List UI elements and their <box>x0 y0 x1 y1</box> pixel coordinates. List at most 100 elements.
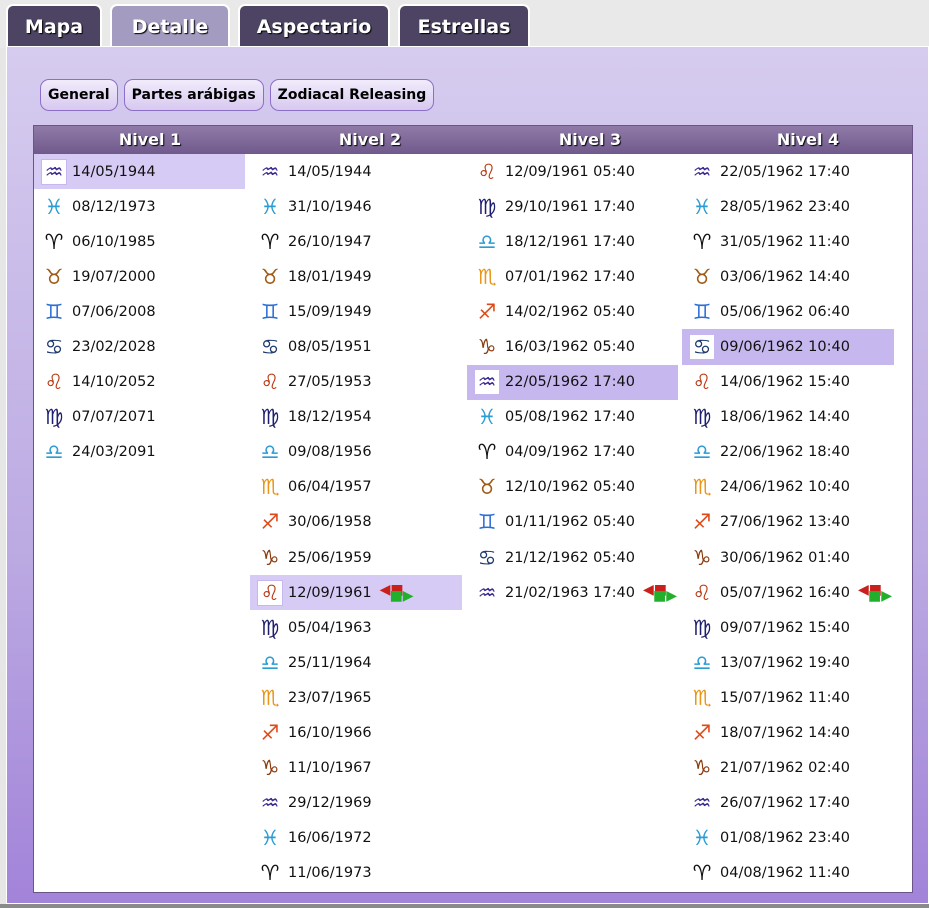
list-item[interactable]: ♍ 07/07/2071 <box>34 400 245 435</box>
subtab-zodiacal-releasing[interactable]: Zodiacal Releasing <box>269 79 435 111</box>
aries-icon: ♈ <box>260 861 280 886</box>
list-item[interactable]: ♓ 05/08/1962 17:40 <box>467 400 678 435</box>
virgo-icon: ♍ <box>260 405 280 430</box>
aquarius-icon: ♒ <box>474 369 500 396</box>
capricorn-icon: ♑ <box>260 756 280 781</box>
list-item[interactable]: ♓ 08/12/1973 <box>34 189 245 224</box>
subtab-partes-arabigas[interactable]: Partes arábigas <box>123 79 264 111</box>
scorpio-icon: ♏ <box>692 475 712 500</box>
list-item[interactable]: ♎ 18/12/1961 17:40 <box>467 224 678 259</box>
list-item[interactable]: ♐ 16/10/1966 <box>250 716 462 751</box>
list-item[interactable]: ♈ 06/10/1985 <box>34 224 245 259</box>
list-item[interactable]: ♒ 14/05/1944 <box>34 154 245 190</box>
list-item[interactable]: ♉ 18/01/1949 <box>250 259 462 294</box>
list-item[interactable]: ♌ 12/09/1961 ◀■ ■▶ <box>250 575 462 611</box>
list-item[interactable]: ♐ 30/06/1958 <box>250 505 462 540</box>
period-date: 26/07/1962 17:40 <box>720 795 850 812</box>
bottom-strip <box>0 904 929 908</box>
period-date: 04/08/1962 11:40 <box>720 865 850 882</box>
list-item[interactable]: ♌ 14/06/1962 15:40 <box>682 365 894 400</box>
list-item[interactable]: ♓ 28/05/1962 23:40 <box>682 189 894 224</box>
column-header-nivel-4: Nivel 4 <box>776 130 840 149</box>
level-2-list: ♒ 14/05/1944 ♓ 31/10/1946 ♈ 26/10/1947 ♉ 18/01/… <box>250 154 462 891</box>
period-date: 24/06/1962 10:40 <box>720 479 850 496</box>
list-item[interactable]: ♍ 18/12/1954 <box>250 400 462 435</box>
aquarius-icon: ♒ <box>260 791 280 816</box>
sagittarius-icon: ♐ <box>477 299 497 324</box>
list-item[interactable]: ♊ 07/06/2008 <box>34 294 245 329</box>
list-item[interactable]: ♓ 01/08/1962 23:40 <box>682 821 894 856</box>
virgo-icon: ♍ <box>692 405 712 430</box>
tab-aspectario[interactable]: Aspectario <box>238 4 390 48</box>
list-item[interactable]: ♊ 01/11/1962 05:40 <box>467 505 678 540</box>
list-item[interactable]: ♋ 09/06/1962 10:40 <box>682 329 894 365</box>
list-item[interactable]: ♑ 16/03/1962 05:40 <box>467 329 678 364</box>
list-item[interactable]: ♏ 24/06/1962 10:40 <box>682 470 894 505</box>
list-item[interactable]: ♑ 21/07/1962 02:40 <box>682 751 894 786</box>
list-item[interactable]: ♑ 30/06/1962 01:40 <box>682 540 894 575</box>
list-item[interactable]: ♎ 13/07/1962 19:40 <box>682 645 894 680</box>
list-item[interactable]: ♍ 29/10/1961 17:40 <box>467 189 678 224</box>
list-item[interactable]: ♐ 14/02/1962 05:40 <box>467 294 678 329</box>
list-item[interactable]: ♍ 05/04/1963 <box>250 610 462 645</box>
list-item[interactable]: ♒ 22/05/1962 17:40 <box>682 154 894 189</box>
tab-detalle[interactable]: Detalle <box>110 4 230 48</box>
list-item[interactable]: ♒ 22/05/1962 17:40 <box>467 364 678 400</box>
list-item[interactable]: ♓ 16/06/1972 <box>250 821 462 856</box>
list-item[interactable]: ♌ 05/07/1962 16:40 ◀■ ■▶ <box>682 575 894 610</box>
list-item[interactable]: ♒ 26/07/1962 17:40 <box>682 786 894 821</box>
period-date: 11/06/1973 <box>288 865 372 882</box>
list-item[interactable]: ♒ 29/12/1969 <box>250 786 462 821</box>
list-item[interactable]: ♈ 26/10/1947 <box>250 224 462 259</box>
list-item[interactable]: ♐ 27/06/1962 13:40 <box>682 505 894 540</box>
list-item[interactable]: ♊ 15/09/1949 <box>250 294 462 329</box>
list-item[interactable]: ♍ 09/07/1962 15:40 <box>682 610 894 645</box>
libra-icon: ♎ <box>44 440 64 465</box>
list-item[interactable]: ♎ 09/08/1956 <box>250 435 462 470</box>
list-item[interactable]: ♉ 19/07/2000 <box>34 259 245 294</box>
period-date: 14/10/2052 <box>72 374 156 391</box>
list-item[interactable]: ♑ 25/06/1959 <box>250 540 462 575</box>
list-item[interactable]: ♈ 11/06/1973 <box>250 856 462 891</box>
list-item[interactable]: ♏ 15/07/1962 11:40 <box>682 680 894 715</box>
list-item[interactable]: ♎ 22/06/1962 18:40 <box>682 435 894 470</box>
list-item[interactable]: ♐ 18/07/1962 14:40 <box>682 716 894 751</box>
list-item[interactable]: ♋ 21/12/1962 05:40 <box>467 540 678 575</box>
list-item[interactable]: ♒ 14/05/1944 <box>250 154 462 189</box>
list-item[interactable]: ♉ 12/10/1962 05:40 <box>467 470 678 505</box>
leo-icon: ♌ <box>257 579 283 606</box>
list-item[interactable]: ♍ 18/06/1962 14:40 <box>682 400 894 435</box>
list-item[interactable]: ♊ 05/06/1962 06:40 <box>682 294 894 329</box>
list-item[interactable]: ♎ 24/03/2091 <box>34 435 245 470</box>
list-item[interactable]: ♈ 31/05/1962 11:40 <box>682 224 894 259</box>
list-item[interactable]: ♏ 23/07/1965 <box>250 680 462 715</box>
list-item[interactable]: ♉ 03/06/1962 14:40 <box>682 259 894 294</box>
aquarius-icon: ♒ <box>260 159 280 184</box>
tab-mapa[interactable]: Mapa <box>6 4 102 48</box>
list-item[interactable]: ♑ 11/10/1967 <box>250 751 462 786</box>
subtab-general[interactable]: General <box>40 79 118 111</box>
tab-estrellas[interactable]: Estrellas <box>398 4 530 48</box>
period-date: 07/06/2008 <box>72 303 156 320</box>
period-date: 25/11/1964 <box>288 654 372 671</box>
period-date: 21/02/1963 17:40 <box>505 584 635 601</box>
list-item[interactable]: ♒ 21/02/1963 17:40 ◀■ ■▶ <box>467 575 678 610</box>
list-item[interactable]: ♌ 14/10/2052 <box>34 365 245 400</box>
period-date: 12/09/1961 05:40 <box>505 163 635 180</box>
list-item[interactable]: ♈ 04/08/1962 11:40 <box>682 856 894 891</box>
list-item[interactable]: ♎ 25/11/1964 <box>250 645 462 680</box>
list-item[interactable]: ♌ 27/05/1953 <box>250 365 462 400</box>
list-item[interactable]: ♈ 04/09/1962 17:40 <box>467 435 678 470</box>
list-item[interactable]: ♋ 08/05/1951 <box>250 329 462 364</box>
sagittarius-icon: ♐ <box>260 510 280 535</box>
list-item[interactable]: ♌ 12/09/1961 05:40 <box>467 154 678 189</box>
gemini-icon: ♊ <box>260 299 280 324</box>
list-item[interactable]: ♓ 31/10/1946 <box>250 189 462 224</box>
period-date: 25/06/1959 <box>288 549 372 566</box>
period-date: 16/06/1972 <box>288 830 372 847</box>
period-date: 18/07/1962 14:40 <box>720 725 850 742</box>
list-item[interactable]: ♏ 07/01/1962 17:40 <box>467 259 678 294</box>
list-item[interactable]: ♏ 06/04/1957 <box>250 470 462 505</box>
list-item[interactable]: ♋ 23/02/2028 <box>34 329 245 364</box>
cancer-icon: ♋ <box>44 335 64 360</box>
